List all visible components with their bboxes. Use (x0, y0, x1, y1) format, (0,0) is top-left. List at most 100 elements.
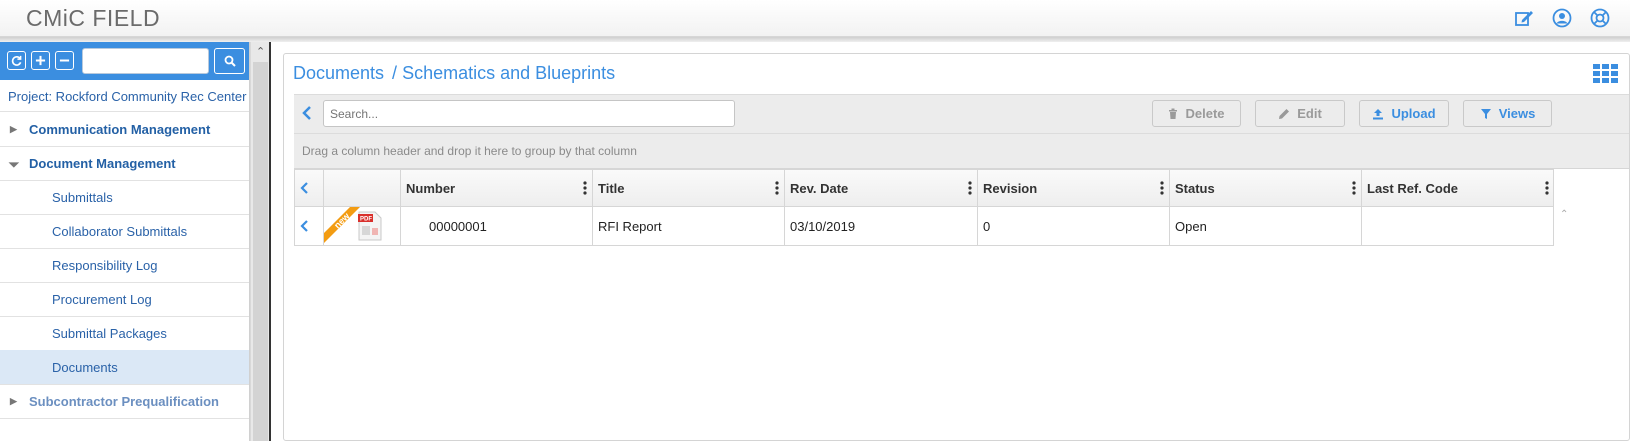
breadcrumb-root[interactable]: Documents (293, 63, 384, 83)
cell-revision: 0 (978, 207, 1170, 246)
nav-submittals[interactable]: Submittals (0, 180, 249, 215)
project-label[interactable]: Project: Rockford Community Rec Center (0, 80, 249, 112)
column-header-last-ref-code[interactable]: Last Ref. Code (1362, 170, 1554, 208)
views-label: Views (1498, 106, 1536, 121)
help-icon[interactable] (1590, 8, 1610, 28)
sidebar: Project: Rockford Community Rec Center ▶… (0, 42, 250, 441)
panel-divider[interactable] (269, 42, 271, 441)
nav-label: Procurement Log (52, 291, 152, 307)
column-menu-icon[interactable] (1160, 181, 1164, 195)
edit-button[interactable]: Edit (1255, 100, 1345, 127)
column-label: Last Ref. Code (1367, 181, 1459, 196)
grid-header: Number Title Rev. Date Revision Status L… (294, 169, 1554, 208)
documents-panel: Documents /Schematics and Blueprints Dele… (283, 53, 1630, 441)
row-icon-cell: new PDF (324, 207, 401, 246)
search-icon (224, 55, 236, 67)
upload-icon (1373, 108, 1384, 119)
refresh-button[interactable] (7, 51, 26, 70)
column-menu-icon[interactable] (968, 181, 972, 195)
header-actions (1514, 8, 1610, 28)
breadcrumb-separator: / (392, 63, 398, 83)
cell-number: 00000001 (401, 207, 593, 246)
nav-label: Responsibility Log (52, 257, 158, 273)
nav-label: Communication Management (29, 121, 211, 137)
nav-submittal-packages[interactable]: Submittal Packages (0, 316, 249, 351)
column-header-title[interactable]: Title (593, 170, 785, 208)
column-label: Status (1175, 181, 1215, 196)
column-label: Rev. Date (790, 181, 849, 196)
column-menu-icon[interactable] (775, 181, 779, 195)
column-label: Number (406, 181, 456, 196)
nav-responsibility-log[interactable]: Responsibility Log (0, 248, 249, 283)
chevron-left-icon (300, 182, 308, 194)
app-grid-icon[interactable] (1593, 64, 1619, 84)
documents-toolbar: Delete Edit Upload Views (294, 94, 1629, 134)
nav-label: Document Management (29, 155, 176, 171)
filter-icon (1480, 108, 1491, 119)
minus-icon (59, 59, 70, 62)
scrollbar-thumb[interactable] (253, 62, 268, 441)
nav-label: Documents (52, 359, 118, 375)
nav-label: Collaborator Submittals (52, 223, 188, 239)
nav-subcontractor-prequalification[interactable]: ▶ Subcontractor Prequalification (0, 384, 249, 419)
scroll-up-icon[interactable]: ⌃ (1560, 209, 1568, 220)
sidebar-scrollbar[interactable]: ⌃ (250, 42, 270, 441)
pdf-file-icon[interactable]: PDF (357, 211, 383, 241)
trash-icon (1169, 108, 1178, 119)
nav-label: Submittal Packages (52, 325, 167, 341)
svg-text:PDF: PDF (360, 217, 372, 223)
plus-icon (35, 55, 46, 66)
column-header-number[interactable]: Number (401, 170, 593, 208)
edit-label: Edit (1297, 106, 1322, 121)
expand-all-button[interactable] (31, 51, 50, 70)
nav-communication-management[interactable]: ▶ Communication Management (0, 112, 249, 147)
collapse-all-button[interactable] (55, 51, 74, 70)
nav-collaborator-submittals[interactable]: Collaborator Submittals (0, 214, 249, 249)
back-chevron-icon[interactable] (301, 104, 317, 124)
user-icon[interactable] (1552, 8, 1572, 28)
breadcrumb: Documents / Schematics and Blueprints (293, 63, 615, 84)
breadcrumb-current: Schematics and Blueprints (402, 63, 616, 83)
nav-documents[interactable]: Documents (0, 350, 249, 385)
documents-search-input[interactable] (323, 100, 735, 127)
header-icon-column (324, 170, 401, 208)
delete-label: Delete (1185, 106, 1225, 121)
row-expand-cell[interactable] (295, 207, 324, 246)
grid-scrollbar[interactable]: ⌃ (1555, 207, 1575, 441)
column-header-rev-date[interactable]: Rev. Date (785, 170, 978, 208)
refresh-icon (11, 55, 22, 66)
upload-label: Upload (1391, 106, 1436, 121)
column-menu-icon[interactable] (1545, 181, 1549, 195)
pencil-icon (1279, 108, 1290, 119)
top-bar: CMiC FIELD (0, 0, 1630, 37)
column-header-status[interactable]: Status (1170, 170, 1362, 208)
caret-right-icon: ▶ (10, 123, 17, 134)
upload-button[interactable]: Upload (1359, 100, 1449, 127)
column-menu-icon[interactable] (583, 181, 587, 195)
sidebar-toolbar (0, 42, 249, 80)
column-menu-icon[interactable] (1352, 181, 1356, 195)
nav-procurement-log[interactable]: Procurement Log (0, 282, 249, 317)
header-collapse-cell[interactable] (295, 170, 324, 208)
sidebar-search-input[interactable] (82, 48, 209, 74)
cell-status: Open (1170, 207, 1362, 246)
delete-button[interactable]: Delete (1152, 100, 1241, 127)
cell-title: RFI Report (593, 207, 785, 246)
cell-rev-date: 03/10/2019 (785, 207, 978, 246)
table-row[interactable]: new PDF 00000001 RFI Report 03/10/2019 0… (294, 207, 1554, 246)
nav-label: Submittals (52, 189, 113, 205)
nav-document-management[interactable]: ◢ Document Management (0, 146, 249, 181)
column-label: Revision (983, 181, 1038, 196)
column-label: Title (598, 181, 625, 196)
edit-icon[interactable] (1514, 8, 1534, 28)
new-badge-icon: new (324, 207, 360, 243)
app-logo: CMiC FIELD (26, 5, 161, 31)
column-header-revision[interactable]: Revision (978, 170, 1170, 208)
views-button[interactable]: Views (1463, 100, 1552, 127)
caret-right-icon: ▶ (10, 395, 17, 406)
nav-label: Subcontractor Prequalification (29, 393, 219, 409)
sidebar-search-button[interactable] (214, 48, 245, 74)
chevron-left-icon (300, 220, 308, 232)
group-by-drop-zone[interactable]: Drag a column header and drop it here to… (294, 134, 1629, 169)
scroll-up-icon[interactable]: ⌃ (256, 45, 265, 58)
